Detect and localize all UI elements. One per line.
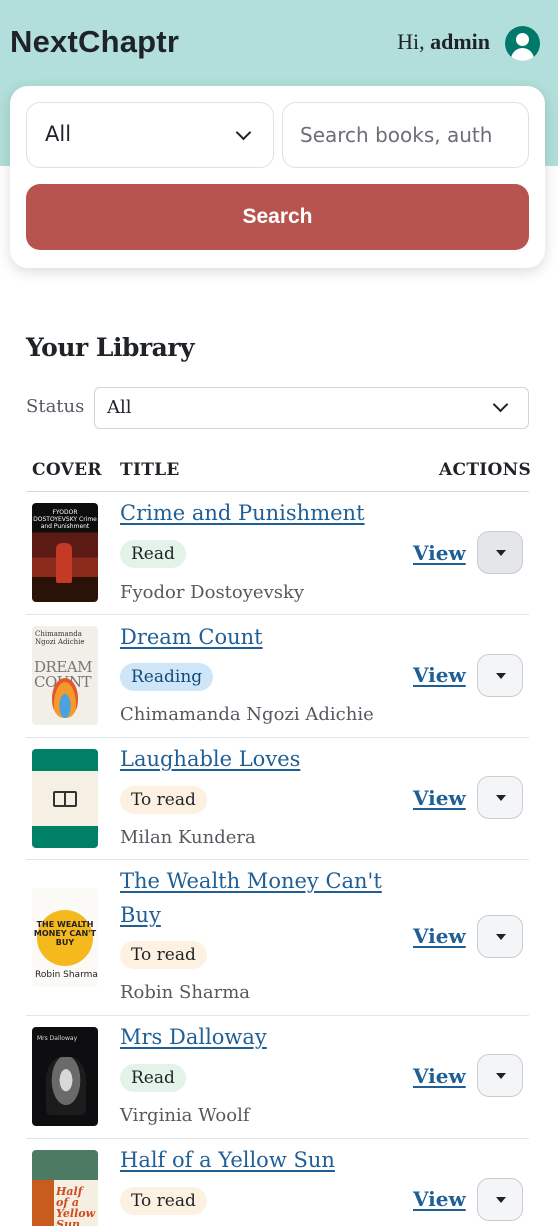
- user-greeting: Hi, admin: [397, 29, 490, 55]
- caret-down-icon: [496, 1197, 506, 1203]
- row-actions-menu-button[interactable]: [477, 1178, 523, 1221]
- row-actions-menu-button[interactable]: [477, 654, 523, 697]
- status-badge: To read: [120, 1187, 207, 1215]
- chevron-down-icon: [235, 124, 252, 141]
- caret-down-icon: [496, 795, 506, 801]
- book-cover-placeholder[interactable]: [32, 749, 98, 848]
- column-header-title: TITLE: [120, 460, 180, 480]
- row-actions-menu-button[interactable]: [477, 1054, 523, 1097]
- cover-author-text: Chimamanda Ngozi Adichie: [35, 630, 85, 646]
- category-select[interactable]: All: [26, 102, 274, 168]
- brand-logo-text[interactable]: NextChaptr: [10, 24, 179, 60]
- search-input[interactable]: [282, 102, 529, 168]
- table-row: Half of a Yellow Sun Half of a Yellow Su…: [26, 1139, 529, 1226]
- table-row: FYODOR DOSTOYEVSKY Crime and Punishment …: [26, 492, 529, 615]
- view-link[interactable]: View: [413, 1187, 466, 1211]
- status-filter-value: All: [107, 397, 132, 418]
- status-badge: Read: [120, 540, 186, 568]
- cover-title-text: FYODOR DOSTOYEVSKY Crime and Punishment: [33, 509, 97, 530]
- table-row: Laughable Loves To read Milan Kundera Vi…: [26, 738, 529, 860]
- view-link[interactable]: View: [413, 786, 466, 810]
- book-icon: [53, 791, 77, 807]
- search-card: All Search: [10, 86, 545, 268]
- view-link[interactable]: View: [413, 663, 466, 687]
- book-title-link[interactable]: The Wealth Money Can't Buy: [120, 864, 390, 932]
- status-filter-label: Status: [26, 396, 85, 417]
- caret-down-icon: [496, 934, 506, 940]
- row-actions-menu-button[interactable]: [477, 915, 523, 958]
- row-actions-menu-button[interactable]: [477, 776, 523, 819]
- book-cover[interactable]: Half of a Yellow Sun: [32, 1150, 98, 1226]
- book-cover[interactable]: FYODOR DOSTOYEVSKY Crime and Punishment: [32, 503, 98, 602]
- account-icon[interactable]: [505, 26, 540, 61]
- table-row: Mrs Dalloway Mrs Dalloway Read Virginia …: [26, 1016, 529, 1139]
- caret-down-icon: [496, 1073, 506, 1079]
- book-title-link[interactable]: Laughable Loves: [120, 742, 390, 776]
- caret-down-icon: [496, 673, 506, 679]
- search-button[interactable]: Search: [26, 184, 529, 250]
- chevron-down-icon: [492, 396, 509, 413]
- library-heading: Your Library: [26, 333, 195, 362]
- status-badge: Read: [120, 1064, 186, 1092]
- row-actions-menu-button[interactable]: [477, 531, 523, 574]
- book-author: Robin Sharma: [120, 982, 251, 1003]
- book-cover[interactable]: Chimamanda Ngozi Adichie DREAM COUNT: [32, 626, 98, 725]
- category-select-value: All: [45, 122, 72, 146]
- status-badge: To read: [120, 786, 207, 814]
- book-cover[interactable]: THE WEALTH MONEY CAN'T BUY Robin Sharma: [32, 888, 98, 987]
- book-cover[interactable]: Mrs Dalloway: [32, 1027, 98, 1126]
- status-filter-select[interactable]: All: [94, 387, 529, 429]
- book-title-link[interactable]: Crime and Punishment: [120, 496, 390, 530]
- view-link[interactable]: View: [413, 1064, 466, 1088]
- book-title-link[interactable]: Half of a Yellow Sun: [120, 1143, 390, 1177]
- caret-down-icon: [496, 550, 506, 556]
- book-author: Fyodor Dostoyevsky: [120, 582, 305, 603]
- book-author: Chimamanda Ngozi Adichie: [120, 704, 374, 725]
- book-title-link[interactable]: Mrs Dalloway: [120, 1020, 390, 1054]
- book-author: Virginia Woolf: [120, 1105, 250, 1126]
- table-row: Chimamanda Ngozi Adichie DREAM COUNT Dre…: [26, 615, 529, 738]
- column-header-cover: COVER: [32, 460, 102, 480]
- status-badge: Reading: [120, 663, 214, 691]
- cover-title-text: Mrs Dalloway: [37, 1035, 78, 1042]
- book-author: Milan Kundera: [120, 827, 256, 848]
- username: admin: [430, 29, 490, 54]
- book-title-link[interactable]: Dream Count: [120, 620, 390, 654]
- view-link[interactable]: View: [413, 541, 466, 565]
- greeting-text: Hi,: [397, 29, 425, 54]
- status-badge: To read: [120, 941, 207, 969]
- table-row: THE WEALTH MONEY CAN'T BUY Robin Sharma …: [26, 860, 529, 1016]
- column-header-actions: ACTIONS: [439, 460, 532, 480]
- cover-author-text: Robin Sharma: [35, 970, 98, 980]
- cover-title-text: THE WEALTH MONEY CAN'T BUY: [33, 920, 97, 947]
- cover-title-text: Half of a Yellow Sun: [56, 1185, 96, 1226]
- view-link[interactable]: View: [413, 924, 466, 948]
